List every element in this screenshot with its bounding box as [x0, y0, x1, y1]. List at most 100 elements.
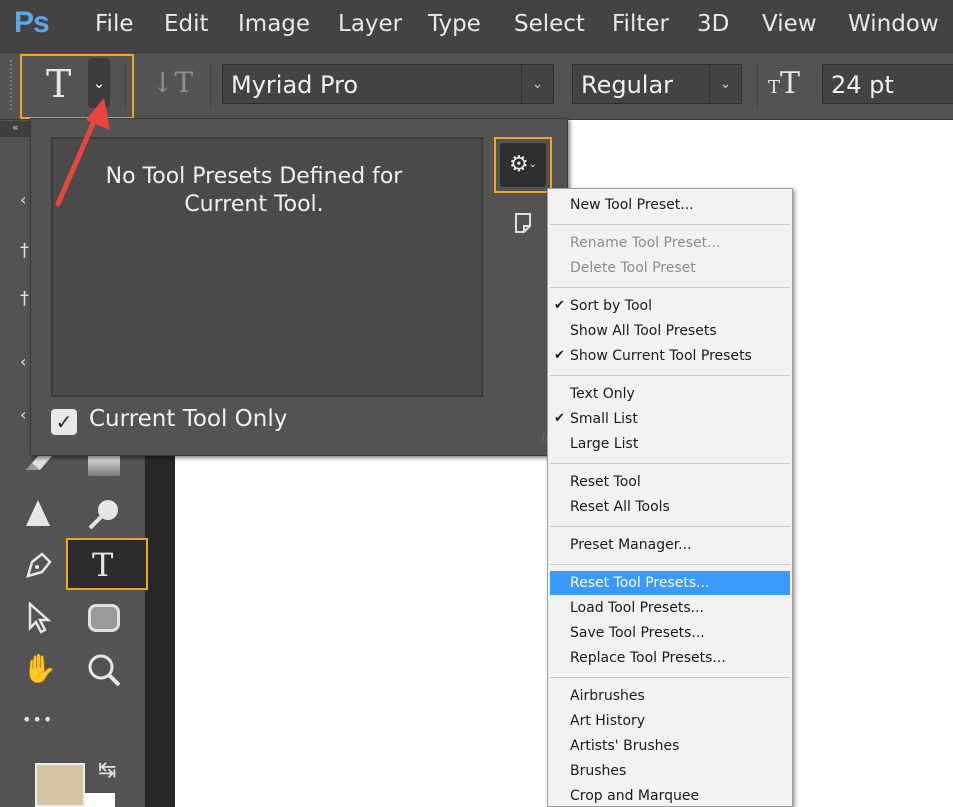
- menu-separator: [550, 526, 790, 527]
- font-family-select[interactable]: Myriad Pro ⌄: [222, 64, 554, 104]
- menu-item-label: Reset Tool: [570, 474, 641, 490]
- menu-item-sort-by-tool[interactable]: ✔ Sort by Tool: [550, 294, 790, 318]
- path-selection-icon[interactable]: [26, 601, 52, 634]
- chevron-down-icon: ⌄: [521, 65, 553, 103]
- menu-item-label: Crop and Marquee: [570, 788, 700, 804]
- menu-bar: Ps File Edit Image Layer Type Select Fil…: [0, 0, 953, 52]
- chevron-down-icon: ⌄: [709, 65, 741, 103]
- menu-item-show-all-tool-presets[interactable]: Show All Tool Presets: [550, 319, 790, 343]
- font-size-input[interactable]: 24 pt: [822, 64, 953, 104]
- menu-select[interactable]: Select: [514, 11, 585, 37]
- menu-item-label: Sort by Tool: [570, 298, 652, 314]
- menu-image[interactable]: Image: [238, 11, 310, 37]
- menu-item-small-list[interactable]: ✔ Small List: [550, 407, 790, 431]
- current-tool-only-checkbox[interactable]: ✓: [51, 409, 77, 435]
- dodge-icon[interactable]: [86, 496, 122, 532]
- tool-edge-icon[interactable]: ‹: [20, 405, 26, 424]
- menu-item-load-tool-presets[interactable]: Load Tool Presets...: [550, 596, 790, 620]
- menu-item-label: Art History: [570, 713, 646, 729]
- menu-separator: [550, 677, 790, 678]
- menu-item-large-list[interactable]: Large List: [550, 432, 790, 456]
- menu-item-reset-tool-presets[interactable]: Reset Tool Presets...: [550, 571, 790, 595]
- collapse-panel-icon[interactable]: «: [0, 121, 32, 137]
- menu-3d[interactable]: 3D: [697, 11, 729, 37]
- divider: [757, 62, 758, 108]
- menu-window[interactable]: Window: [848, 11, 939, 37]
- menu-item-reset-tool[interactable]: Reset Tool: [550, 470, 790, 494]
- rectangle-icon[interactable]: [88, 604, 120, 632]
- menu-item-label: Artists' Brushes: [570, 738, 680, 754]
- menu-view[interactable]: View: [762, 11, 817, 37]
- new-preset-icon[interactable]: [511, 211, 535, 235]
- menu-item-rename-tool-preset: Rename Tool Preset...: [550, 231, 790, 255]
- annotation-arrow-icon: [55, 98, 110, 207]
- tool-edge-icon[interactable]: †: [20, 240, 29, 261]
- tool-edge-icon[interactable]: ‹: [20, 190, 26, 209]
- menu-layer[interactable]: Layer: [338, 11, 402, 37]
- more-tools-icon[interactable]: •••: [22, 710, 53, 729]
- menu-item-new-tool-preset[interactable]: New Tool Preset...: [550, 193, 790, 217]
- menu-item-airbrushes[interactable]: Airbrushes: [550, 684, 790, 708]
- font-family-value: Myriad Pro: [231, 71, 359, 99]
- menu-item-art-history[interactable]: Art History: [550, 709, 790, 733]
- current-tool-only-label: Current Tool Only: [89, 406, 288, 432]
- menu-item-label: Text Only: [570, 386, 635, 402]
- menu-item-label: Replace Tool Presets...: [570, 650, 726, 666]
- menu-item-label: Reset All Tools: [570, 499, 670, 515]
- preset-options-button[interactable]: ⚙⌄: [494, 137, 552, 193]
- menu-type[interactable]: Type: [428, 11, 481, 37]
- menu-item-label: Small List: [570, 411, 638, 427]
- preset-options-menu: New Tool Preset... Rename Tool Preset... D…: [547, 188, 793, 807]
- menu-item-artists-brushes[interactable]: Artists' Brushes: [550, 734, 790, 758]
- zoom-icon[interactable]: [86, 652, 122, 688]
- pen-icon[interactable]: [22, 550, 54, 582]
- checkmark-icon: ✔: [554, 411, 565, 426]
- type-icon: T: [92, 546, 114, 584]
- font-size-icon: TT: [768, 66, 801, 101]
- menu-separator: [550, 287, 790, 288]
- menu-item-label: Brushes: [570, 763, 627, 779]
- menu-filter[interactable]: Filter: [612, 11, 669, 37]
- menu-item-text-only[interactable]: Text Only: [550, 382, 790, 406]
- text-orientation-icon[interactable]: ↓T: [151, 66, 193, 99]
- menu-item-replace-tool-presets[interactable]: Replace Tool Presets...: [550, 646, 790, 670]
- menu-separator: [550, 463, 790, 464]
- checkmark-icon: ✔: [554, 348, 565, 363]
- menu-item-reset-all-tools[interactable]: Reset All Tools: [550, 495, 790, 519]
- font-size-value: 24 pt: [831, 71, 894, 99]
- divider: [125, 62, 126, 108]
- menu-item-label: Delete Tool Preset: [570, 260, 696, 276]
- menu-item-label: Rename Tool Preset...: [570, 235, 721, 251]
- menu-item-crop-and-marquee[interactable]: Crop and Marquee: [550, 784, 790, 807]
- menu-item-label: Save Tool Presets...: [570, 625, 705, 641]
- menu-item-delete-tool-preset: Delete Tool Preset: [550, 256, 790, 280]
- tool-edge-icon[interactable]: ‹: [20, 352, 26, 371]
- menu-item-label: Show All Tool Presets: [570, 323, 717, 339]
- photoshop-logo: Ps: [14, 6, 50, 39]
- menu-item-label: New Tool Preset...: [570, 197, 694, 213]
- tool-edge-icon[interactable]: †: [20, 288, 29, 309]
- menu-separator: [550, 564, 790, 565]
- menu-edit[interactable]: Edit: [164, 11, 209, 37]
- menu-item-label: Reset Tool Presets...: [570, 575, 710, 591]
- foreground-color-swatch[interactable]: [35, 763, 85, 807]
- swap-colors-icon[interactable]: ↹: [98, 758, 116, 783]
- blur-icon[interactable]: [24, 498, 52, 528]
- menu-item-preset-manager[interactable]: Preset Manager...: [550, 533, 790, 557]
- type-tool-button[interactable]: T: [66, 538, 148, 590]
- gear-icon: ⚙⌄: [500, 143, 546, 187]
- font-style-select[interactable]: Regular ⌄: [572, 64, 742, 104]
- menu-separator: [550, 224, 790, 225]
- options-bar-gripper[interactable]: [10, 60, 13, 110]
- menu-item-label: Show Current Tool Presets: [570, 348, 752, 364]
- menu-file[interactable]: File: [95, 11, 134, 37]
- menu-item-label: Load Tool Presets...: [570, 600, 704, 616]
- hand-icon[interactable]: ✋: [22, 652, 57, 686]
- menu-separator: [550, 375, 790, 376]
- menu-item-label: Airbrushes: [570, 688, 645, 704]
- menu-item-save-tool-presets[interactable]: Save Tool Presets...: [550, 621, 790, 645]
- background-color-swatch[interactable]: [85, 793, 115, 807]
- menu-item-label: Preset Manager...: [570, 537, 692, 553]
- menu-item-brushes[interactable]: Brushes: [550, 759, 790, 783]
- menu-item-show-current-tool-presets[interactable]: ✔ Show Current Tool Presets: [550, 344, 790, 368]
